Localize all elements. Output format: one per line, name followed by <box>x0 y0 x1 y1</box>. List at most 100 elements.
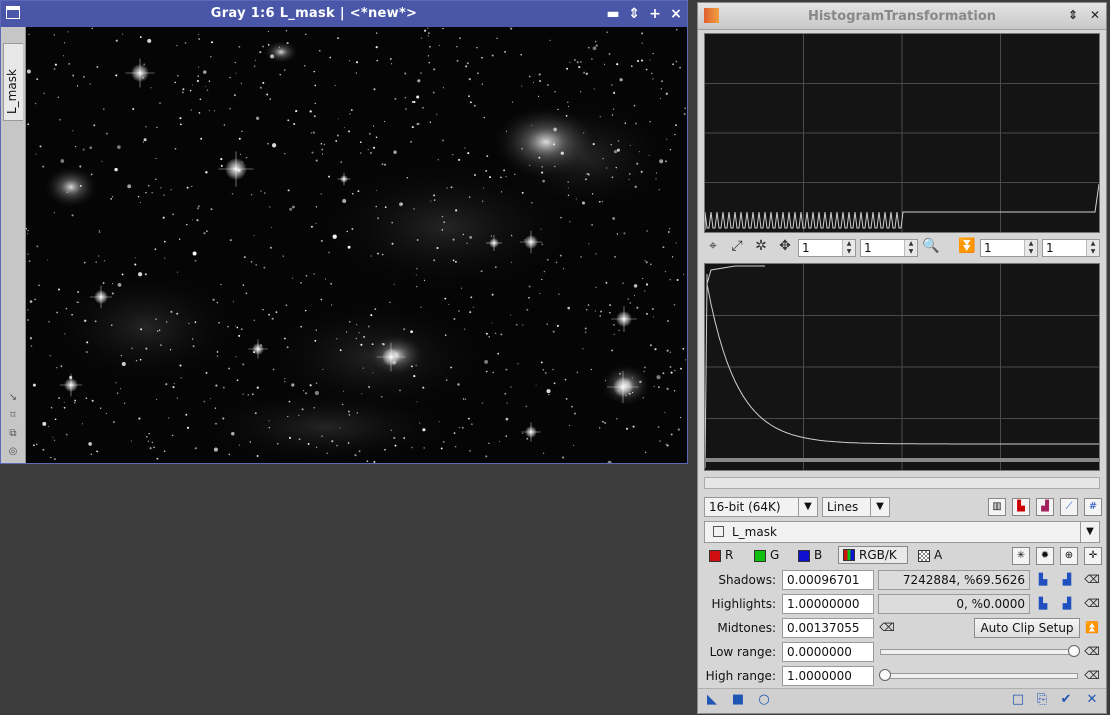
real-time-preview-icon[interactable]: □ <box>1010 692 1026 708</box>
process-control-bar: ◣ ■ ○ □ ⎘ ✔ ✕ <box>698 688 1106 713</box>
shade-button[interactable]: ⇕ <box>625 4 643 24</box>
transfer-bar[interactable] <box>704 477 1100 489</box>
green-channel-label[interactable]: G <box>770 548 779 562</box>
panel-titlebar[interactable]: HistogramTransformation ⇕ ✕ <box>698 3 1106 30</box>
reset-shadows-icon[interactable]: ⌫ <box>1083 571 1101 589</box>
zoom-h-left-value: 1 <box>802 241 810 255</box>
pan-icon[interactable]: ✥ <box>776 237 794 255</box>
output-histogram-plot <box>704 264 1099 470</box>
histogram-clip-all-icon[interactable]: ▟ <box>1058 571 1076 589</box>
input-histogram-graph[interactable] <box>704 33 1100 233</box>
apply-square-icon[interactable]: ■ <box>730 692 746 708</box>
midtones-input[interactable]: 0.00137055 <box>782 618 874 638</box>
bar-chart-icon[interactable]: ▥ <box>988 498 1006 516</box>
red-channel-label[interactable]: R <box>725 548 733 562</box>
minimize-button[interactable]: ▬ <box>604 4 622 24</box>
highlights-label: Highlights: <box>711 597 776 611</box>
high-range-input[interactable]: 1.0000000 <box>782 666 874 686</box>
blue-channel-label[interactable]: B <box>814 548 822 562</box>
reset-parameters-icon[interactable]: ✕ <box>1084 692 1100 708</box>
spin-arrows-icon[interactable]: ▲ ▼ <box>1024 240 1037 256</box>
multi-chart-icon[interactable]: ▟ <box>1036 498 1054 516</box>
fit-view-icon[interactable]: ⌑ <box>7 411 19 421</box>
clone-icon[interactable]: ⧉ <box>7 429 19 439</box>
low-range-slider[interactable] <box>880 649 1078 655</box>
chevron-down-icon: ▼ <box>798 498 817 516</box>
gear-target-icon[interactable]: ✹ <box>1036 547 1054 565</box>
spin-arrows-icon[interactable]: ▲ ▼ <box>1086 240 1099 256</box>
zoom-v-left-spin[interactable]: 1 ▲ ▼ <box>860 239 918 257</box>
zoom-icon[interactable]: 🔍 <box>922 237 940 255</box>
low-range-label: Low range: <box>709 645 776 659</box>
red-channel-swatch[interactable] <box>709 550 721 562</box>
image-window-title: Gray 1:6 L_mask | <*new*> <box>210 6 418 21</box>
shade-panel-button[interactable]: ⇕ <box>1068 8 1078 22</box>
close-button[interactable]: × <box>667 4 685 24</box>
view-select[interactable]: L_mask ▼ <box>704 521 1100 543</box>
zoom-v-left-value: 1 <box>864 241 872 255</box>
rgbk-label: RGB/K <box>859 548 897 562</box>
alpha-channel-swatch[interactable] <box>918 550 930 562</box>
histogram-clip-all-icon[interactable]: ▟ <box>1058 595 1076 613</box>
highlights-input[interactable]: 1.00000000 <box>782 594 874 614</box>
image-window-titlebar[interactable]: Gray 1:6 L_mask | <*new*> ▬ ⇕ + × <box>1 1 687 27</box>
midtones-label: Midtones: <box>717 621 776 635</box>
zoom-v-right-spin[interactable]: 1 ▲ ▼ <box>1042 239 1100 257</box>
reset-midtones-icon[interactable]: ⌫ <box>878 619 896 637</box>
histogram-clip-icon[interactable]: ▙ <box>1034 595 1052 613</box>
image-canvas[interactable] <box>26 27 687 463</box>
auto-clip-setup-button[interactable]: Auto Clip Setup <box>974 618 1080 638</box>
zoom-h-left-spin[interactable]: 1 ▲ ▼ <box>798 239 856 257</box>
chevron-down-icon: ▼ <box>1080 522 1099 542</box>
apply-global-icon[interactable]: ○ <box>756 692 772 708</box>
reset-low-range-icon[interactable]: ⌫ <box>1083 643 1101 661</box>
zoom-v-right-value: 1 <box>1046 241 1054 255</box>
rgb-swatch-icon <box>843 549 855 561</box>
crosshair-icon[interactable]: ⌖ <box>704 237 722 255</box>
zoom-h-right-spin[interactable]: 1 ▲ ▼ <box>980 239 1038 257</box>
image-view-icon <box>713 526 724 537</box>
star-mask-icon[interactable]: ✳ <box>1012 547 1030 565</box>
double-arrow-down-icon[interactable]: ⏬ <box>958 237 976 255</box>
shadows-label: Shadows: <box>718 573 776 587</box>
zoom-fit-icon[interactable]: ⤢ <box>728 237 746 255</box>
new-instance-icon[interactable]: ◣ <box>704 692 720 708</box>
graph-style-select[interactable]: Lines ▼ <box>822 497 890 517</box>
histogram-clip-icon[interactable]: ▙ <box>1034 571 1052 589</box>
low-range-slider-handle[interactable] <box>1068 645 1080 657</box>
target-icon[interactable]: ◎ <box>7 447 19 457</box>
image-window: Gray 1:6 L_mask | <*new*> ▬ ⇕ + × L_mask… <box>0 0 688 464</box>
starfield-image <box>26 27 687 463</box>
shadows-input[interactable]: 0.00096701 <box>782 570 874 590</box>
rgbk-channel-button[interactable]: RGB/K <box>838 546 908 564</box>
histogram-transformation-panel: HistogramTransformation ⇕ ✕ ⌖ ⤢ ✲ ✥ 1 ▲ ▼ … <box>697 2 1107 714</box>
maximize-button[interactable]: + <box>646 4 664 24</box>
graph-toolbar: ⌖ ⤢ ✲ ✥ 1 ▲ ▼ 1 ▲ ▼ 🔍 ⏬ 1 ▲ ▼ 1 ▲ ▼ <box>704 237 1100 259</box>
low-range-input[interactable]: 0.0000000 <box>782 642 874 662</box>
blue-channel-swatch[interactable] <box>798 550 810 562</box>
high-range-label: High range: <box>705 669 776 683</box>
close-panel-button[interactable]: ✕ <box>1090 8 1100 22</box>
spin-arrows-icon[interactable]: ▲ ▼ <box>904 240 917 256</box>
spin-arrows-icon[interactable]: ▲ ▼ <box>842 240 855 256</box>
red-chart-icon[interactable]: ▙ <box>1012 498 1030 516</box>
cross-target-icon[interactable]: ✛ <box>1084 547 1102 565</box>
zoom-all-icon[interactable]: ✲ <box>752 237 770 255</box>
grid-icon[interactable]: # <box>1084 498 1102 516</box>
reset-highlights-icon[interactable]: ⌫ <box>1083 595 1101 613</box>
curve-chart-icon[interactable]: ⟋ <box>1060 498 1078 516</box>
arrow-diagonal-icon[interactable]: ↘ <box>7 393 19 403</box>
alpha-channel-label[interactable]: A <box>934 548 942 562</box>
resolution-select[interactable]: 16-bit (64K) ▼ <box>704 497 818 517</box>
highlights-clip-stats: 0, %0.0000 <box>878 594 1030 614</box>
high-range-slider[interactable] <box>880 673 1078 679</box>
double-arrow-up-icon[interactable]: ⏫ <box>1083 619 1101 637</box>
high-range-slider-handle[interactable] <box>879 669 891 681</box>
crosshair-target-icon[interactable]: ⊕ <box>1060 547 1078 565</box>
output-histogram-graph[interactable] <box>704 263 1100 471</box>
reset-high-range-icon[interactable]: ⌫ <box>1083 667 1101 685</box>
view-id-tab[interactable]: L_mask <box>3 43 23 121</box>
browse-documentation-icon[interactable]: ⎘ <box>1034 692 1050 708</box>
green-channel-swatch[interactable] <box>754 550 766 562</box>
execute-check-icon[interactable]: ✔ <box>1058 692 1074 708</box>
